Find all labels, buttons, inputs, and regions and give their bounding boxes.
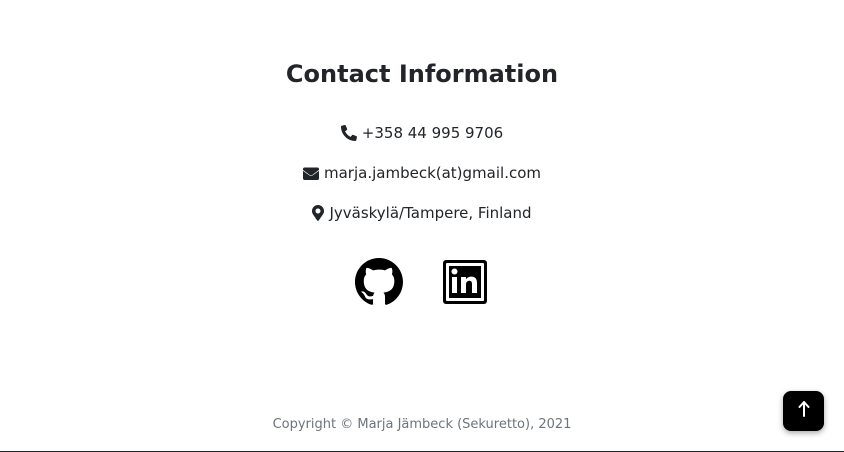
phone-text: +358 44 995 9706: [361, 124, 504, 142]
linkedin-link[interactable]: [441, 260, 489, 308]
scroll-to-top-button[interactable]: [783, 391, 824, 431]
map-marker-icon: [312, 205, 325, 221]
arrow-up-icon: [798, 400, 810, 422]
contact-location: Jyväskylä/Tampere, Finland: [0, 203, 844, 223]
location-text: Jyväskylä/Tampere, Finland: [329, 204, 532, 222]
github-link[interactable]: [355, 258, 403, 310]
social-links: [0, 258, 844, 310]
email-text: marja.jambeck(at)gmail.com: [324, 164, 541, 182]
envelope-icon: [303, 167, 319, 180]
contact-email: marja.jambeck(at)gmail.com: [0, 163, 844, 183]
contact-phone: +358 44 995 9706: [0, 123, 844, 143]
copyright-text: Copyright © Marja Jämbeck (Sekuretto), 2…: [272, 417, 572, 432]
linkedin-icon: [443, 260, 487, 308]
phone-icon: [340, 125, 357, 141]
github-icon: [355, 258, 403, 310]
page-title: Contact Information: [285, 60, 559, 88]
